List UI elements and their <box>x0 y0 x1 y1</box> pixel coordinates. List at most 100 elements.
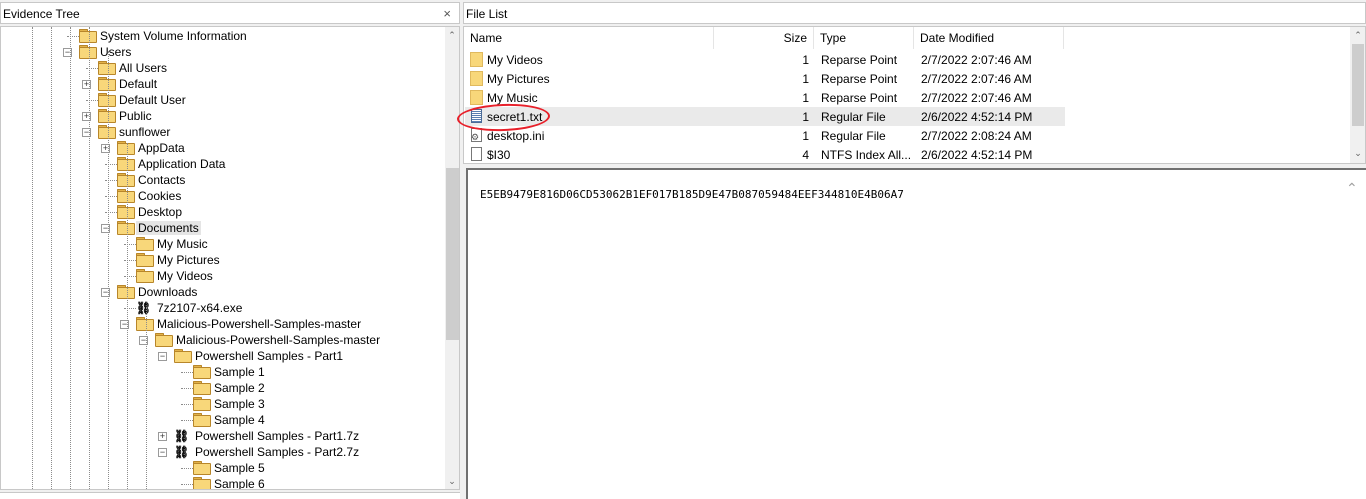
tree-node[interactable]: + ⛓ Powershell Samples - Part1.7z <box>1 428 441 444</box>
tree-node-label: Default User <box>119 93 186 107</box>
tree-node[interactable]: − Users <box>1 44 441 60</box>
expand-icon[interactable]: + <box>158 432 167 441</box>
tree-node-label: Sample 3 <box>214 397 265 411</box>
tree-node[interactable]: Contacts <box>1 172 441 188</box>
tree-node[interactable]: Sample 5 <box>1 460 441 476</box>
tree-node-label: Powershell Samples - Part1.7z <box>195 429 360 443</box>
tree-connector <box>86 68 98 69</box>
column-header-size[interactable]: Size <box>714 27 814 49</box>
folder-icon <box>174 349 192 365</box>
column-header-name[interactable]: Name <box>470 27 714 49</box>
tree-node[interactable]: ⛓ 7z2107-x64.exe <box>1 300 441 316</box>
file-row[interactable]: My Pictures 1 Reparse Point 2/7/2022 2:07:4… <box>465 69 1065 88</box>
tree-node[interactable]: − sunflower <box>1 124 441 140</box>
tree-connector <box>181 420 193 421</box>
tree-node[interactable]: + Public <box>1 108 441 124</box>
tree-node[interactable]: Sample 6 <box>1 476 441 489</box>
file-list-title: File List <box>466 7 508 21</box>
chevron-up-icon[interactable]: ⌃ <box>1346 180 1364 200</box>
file-size: 4 <box>802 148 809 162</box>
evidence-tree[interactable]: System Volume Information − Users All Users… <box>0 26 460 490</box>
tree-node-label: Cookies <box>138 189 182 203</box>
file-row[interactable]: My Music 1 Reparse Point 2/7/2022 2:07:46 A… <box>465 88 1065 107</box>
tree-horizontal-scrollbar[interactable] <box>0 492 460 499</box>
tree-node-label: sunflower <box>119 125 171 139</box>
tree-connector <box>86 100 98 101</box>
folder-icon <box>117 285 135 301</box>
folder-icon <box>98 93 116 109</box>
tree-node[interactable]: − Downloads <box>1 284 441 300</box>
tree-node[interactable]: − Malicious-Powershell-Samples-master <box>1 316 441 332</box>
tree-node-label: Application Data <box>138 157 226 171</box>
column-header-date-modified[interactable]: Date Modified <box>920 27 1064 49</box>
tree-node[interactable]: − Powershell Samples - Part1 <box>1 348 441 364</box>
folder-icon <box>470 71 483 86</box>
scroll-down-icon[interactable]: ⌄ <box>1354 149 1362 158</box>
tree-node[interactable]: Sample 4 <box>1 412 441 428</box>
tree-node[interactable]: Cookies <box>1 188 441 204</box>
scroll-up-icon[interactable]: ⌃ <box>1354 31 1362 40</box>
file-size: 1 <box>802 91 809 105</box>
file-list[interactable]: Name Size Type Date Modified My Videos 1 R… <box>463 26 1366 164</box>
archive-icon: ⛓ <box>174 445 190 459</box>
folder-icon <box>193 381 211 397</box>
tree-vertical-scrollbar[interactable]: ⌃ ⌄ <box>445 27 459 489</box>
tree-connector <box>181 468 193 469</box>
archive-icon: ⛓ <box>174 429 190 443</box>
tree-node[interactable]: Sample 1 <box>1 364 441 380</box>
folder-icon <box>79 45 97 61</box>
tree-scroll-thumb[interactable] <box>446 168 459 340</box>
column-header-type[interactable]: Type <box>820 27 914 49</box>
folder-icon <box>470 90 483 105</box>
file-row[interactable]: $I30 4 NTFS Index All... 2/6/2022 4:52:14 P… <box>465 145 1065 163</box>
evidence-tree-title: Evidence Tree <box>3 7 80 21</box>
file-row[interactable]: secret1.txt 1 Regular File 2/6/2022 4:52:14… <box>465 107 1065 126</box>
folder-icon <box>193 365 211 381</box>
file-type: Reparse Point <box>821 53 898 67</box>
tree-node[interactable]: − ⛓ Powershell Samples - Part2.7z <box>1 444 441 460</box>
tree-node[interactable]: My Videos <box>1 268 441 284</box>
file-date: 2/6/2022 4:52:14 PM <box>921 110 1033 124</box>
tree-node[interactable]: Desktop <box>1 204 441 220</box>
file-content-viewer[interactable]: E5EB9479E816D06CD53062B1EF017B185D9E47B0… <box>466 168 1366 499</box>
file-name: $I30 <box>487 148 511 162</box>
file-row[interactable]: desktop.ini1Regular File2/7/2022 2:08:24… <box>465 126 1065 145</box>
collapse-icon[interactable]: − <box>158 448 167 457</box>
tree-node-label: Default <box>119 77 158 91</box>
file-row[interactable]: My Videos 1 Reparse Point 2/7/2022 2:07:46 … <box>465 50 1065 69</box>
tree-node[interactable]: My Music <box>1 236 441 252</box>
tree-node[interactable]: Default User <box>1 92 441 108</box>
folder-icon <box>193 397 211 413</box>
scroll-up-icon[interactable]: ⌃ <box>448 31 456 40</box>
tree-node[interactable]: System Volume Information <box>1 28 441 44</box>
tree-node[interactable]: − Documents <box>1 220 441 236</box>
folder-icon <box>470 52 483 67</box>
tree-node-label: All Users <box>119 61 168 75</box>
folder-icon <box>193 477 211 489</box>
tree-node-label: Malicious-Powershell-Samples-master <box>157 317 362 331</box>
tree-connector <box>181 388 193 389</box>
file-date: 2/7/2022 2:08:24 AM <box>921 129 1032 143</box>
tree-node[interactable]: + AppData <box>1 140 441 156</box>
tree-connector <box>181 372 193 373</box>
tree-guide-line <box>51 27 52 489</box>
tree-node-label: My Music <box>157 237 208 251</box>
file-name: My Videos <box>487 53 543 67</box>
tree-node-label: Contacts <box>138 173 186 187</box>
tree-node-label: Public <box>119 109 152 123</box>
folder-icon <box>193 413 211 429</box>
tree-node[interactable]: All Users <box>1 60 441 76</box>
tree-node[interactable]: Sample 2 <box>1 380 441 396</box>
file-list-scroll-thumb[interactable] <box>1352 44 1364 126</box>
collapse-icon[interactable]: − <box>158 352 167 361</box>
close-icon[interactable]: × <box>443 6 451 21</box>
file-list-scrollbar[interactable]: ⌃ ⌄ <box>1350 27 1365 163</box>
tree-node[interactable]: My Pictures <box>1 252 441 268</box>
scroll-down-icon[interactable]: ⌄ <box>448 477 456 486</box>
tree-node-label: AppData <box>138 141 185 155</box>
tree-connector <box>124 244 136 245</box>
tree-node[interactable]: − Malicious-Powershell-Samples-master <box>1 332 441 348</box>
tree-node[interactable]: Application Data <box>1 156 441 172</box>
tree-node[interactable]: + Default <box>1 76 441 92</box>
tree-node[interactable]: Sample 3 <box>1 396 441 412</box>
